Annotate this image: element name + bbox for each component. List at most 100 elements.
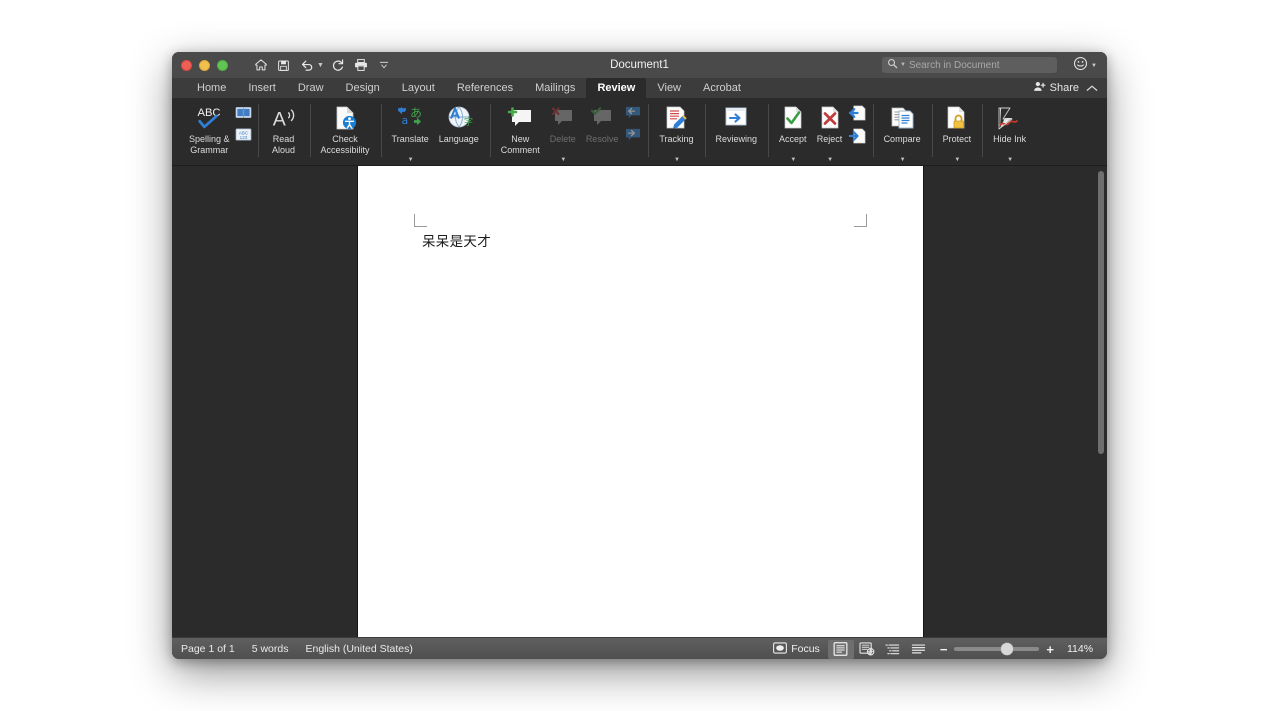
status-bar-right: Focus − + 114% xyxy=(769,638,1099,659)
language-globe-icon: 字 xyxy=(445,103,473,133)
ribbon-proofing-small-buttons: ABC 123 xyxy=(235,103,252,147)
zoom-level-label[interactable]: 114% xyxy=(1067,643,1099,655)
page-indicator[interactable]: Page 1 of 1 xyxy=(181,643,235,655)
tab-references[interactable]: References xyxy=(446,78,524,98)
web-layout-view-button[interactable] xyxy=(854,640,880,659)
print-layout-view-button[interactable] xyxy=(827,639,854,659)
ribbon-read-aloud-button[interactable]: A Read Aloud xyxy=(264,103,304,155)
translate-dropdown-caret-icon[interactable]: ▼ xyxy=(408,157,414,163)
ribbon-tracking-button[interactable]: Tracking ▼ xyxy=(654,103,698,163)
ribbon-language-label: Language xyxy=(438,134,479,144)
focus-mode-button[interactable]: Focus xyxy=(769,641,828,657)
tab-review[interactable]: Review xyxy=(586,78,647,98)
protect-dropdown-caret-icon[interactable]: ▼ xyxy=(954,157,960,163)
right-margin-marker xyxy=(854,214,867,227)
save-icon[interactable] xyxy=(273,55,294,75)
ribbon-group-proofing: ABC Spelling & Grammar ABC 123 xyxy=(178,98,258,165)
tab-mailings[interactable]: Mailings xyxy=(524,78,586,98)
ribbon-language-button[interactable]: 字 Language xyxy=(434,103,484,145)
ribbon-reviewing-pane-button[interactable]: Reviewing xyxy=(711,103,763,145)
reject-dropdown-caret-icon[interactable]: ▼ xyxy=(827,157,833,163)
zoom-in-button[interactable]: + xyxy=(1046,643,1054,656)
word-count-label[interactable]: 5 words xyxy=(252,643,289,655)
ribbon-compare-button[interactable]: Compare ▼ xyxy=(879,103,926,163)
document-page[interactable]: 呆呆是天才 xyxy=(358,166,923,637)
ribbon-reject-label: Reject xyxy=(816,134,843,144)
collapse-ribbon-chevron-icon[interactable] xyxy=(1086,78,1098,98)
search-input[interactable] xyxy=(908,59,1044,71)
language-label[interactable]: English (United States) xyxy=(305,643,412,655)
home-icon[interactable] xyxy=(250,55,271,75)
svg-text:A: A xyxy=(272,108,286,130)
compare-docs-icon xyxy=(889,103,916,133)
undo-icon[interactable] xyxy=(296,55,317,75)
quick-access-toolbar: ▼ xyxy=(250,55,395,75)
zoom-out-button[interactable]: − xyxy=(940,643,948,656)
svg-text:123: 123 xyxy=(239,135,247,140)
thesaurus-book-icon[interactable] xyxy=(235,105,252,125)
check-accessibility-icon xyxy=(331,103,359,133)
zoom-slider-thumb[interactable] xyxy=(1001,643,1014,655)
ribbon-comment-nav-buttons xyxy=(623,103,642,147)
hide-ink-dropdown-caret-icon[interactable]: ▼ xyxy=(1007,157,1013,163)
abc-123-icon[interactable]: ABC 123 xyxy=(235,127,252,147)
previous-comment-icon[interactable] xyxy=(623,105,642,125)
ribbon-accept-button[interactable]: Accept ▼ xyxy=(774,103,812,163)
focus-icon xyxy=(773,641,788,657)
ribbon-group-speech: A Read Aloud xyxy=(257,98,310,165)
new-comment-icon xyxy=(506,103,534,133)
share-person-icon xyxy=(1033,80,1046,96)
protect-lock-icon xyxy=(944,103,970,133)
share-button[interactable]: Share xyxy=(1033,78,1079,98)
ribbon-reviewing-pane-label: Reviewing xyxy=(715,134,758,144)
ribbon-protect-button[interactable]: Protect ▼ xyxy=(938,103,977,163)
send-feedback-button[interactable]: ▼ xyxy=(1073,56,1097,76)
tab-draw[interactable]: Draw xyxy=(287,78,335,98)
document-canvas[interactable]: 呆呆是天才 xyxy=(172,166,1107,637)
draft-view-button[interactable] xyxy=(906,640,932,659)
tab-view[interactable]: View xyxy=(646,78,692,98)
ribbon-delete-comment-button[interactable]: Delete ▼ xyxy=(545,103,581,163)
minimize-window-button[interactable] xyxy=(199,59,210,71)
tab-layout[interactable]: Layout xyxy=(391,78,446,98)
tab-acrobat[interactable]: Acrobat xyxy=(692,78,752,98)
next-comment-icon[interactable] xyxy=(623,127,642,147)
accept-check-icon xyxy=(780,103,806,133)
outline-view-button[interactable] xyxy=(880,640,906,659)
zoom-slider-track[interactable] xyxy=(954,643,1040,655)
next-change-icon[interactable] xyxy=(848,128,867,149)
print-icon[interactable] xyxy=(351,55,372,75)
ribbon-translate-button[interactable]: a あ Translate ▼ xyxy=(387,103,434,163)
delete-comment-icon xyxy=(550,103,576,133)
ribbon-toolbar: ABC Spelling & Grammar ABC 123 A Read Al… xyxy=(172,98,1107,166)
compare-dropdown-caret-icon[interactable]: ▼ xyxy=(900,157,906,163)
document-body-text[interactable]: 呆呆是天才 xyxy=(422,230,491,250)
vertical-scrollbar-thumb[interactable] xyxy=(1098,171,1104,454)
customize-toolbar-icon[interactable] xyxy=(374,55,395,75)
ribbon-group-comments: New Comment Delete ▼ Resolve xyxy=(489,98,649,165)
delete-comment-dropdown-caret-icon[interactable]: ▼ xyxy=(560,157,566,163)
undo-dropdown-caret[interactable]: ▼ xyxy=(317,62,324,69)
ribbon-spelling-and-grammar-button[interactable]: ABC Spelling & Grammar xyxy=(184,103,235,155)
share-label: Share xyxy=(1049,82,1079,94)
tab-insert[interactable]: Insert xyxy=(237,78,287,98)
ribbon-reject-button[interactable]: Reject ▼ xyxy=(812,103,848,163)
accept-dropdown-caret-icon[interactable]: ▼ xyxy=(790,157,796,163)
redo-icon[interactable] xyxy=(328,55,349,75)
tab-home[interactable]: Home xyxy=(186,78,237,98)
zoom-window-button[interactable] xyxy=(217,59,228,71)
tab-design[interactable]: Design xyxy=(335,78,391,98)
ribbon-resolve-comment-button[interactable]: Resolve xyxy=(581,103,624,145)
ribbon-check-accessibility-button[interactable]: Check Accessibility xyxy=(316,103,375,155)
ribbon-hide-ink-button[interactable]: Hide Ink ▼ xyxy=(988,103,1031,163)
ribbon-tracking-label: Tracking xyxy=(659,134,694,144)
translate-icon: a あ xyxy=(395,103,425,133)
search-scope-caret-icon[interactable]: ▼ xyxy=(900,62,906,68)
search-in-document-box[interactable]: ▼ xyxy=(882,57,1057,73)
feedback-caret-icon[interactable]: ▼ xyxy=(1091,63,1097,69)
close-window-button[interactable] xyxy=(181,59,192,71)
previous-change-icon[interactable] xyxy=(848,105,867,126)
read-aloud-icon: A xyxy=(269,103,299,133)
tracking-dropdown-caret-icon[interactable]: ▼ xyxy=(674,157,680,163)
ribbon-new-comment-button[interactable]: New Comment xyxy=(496,103,545,155)
